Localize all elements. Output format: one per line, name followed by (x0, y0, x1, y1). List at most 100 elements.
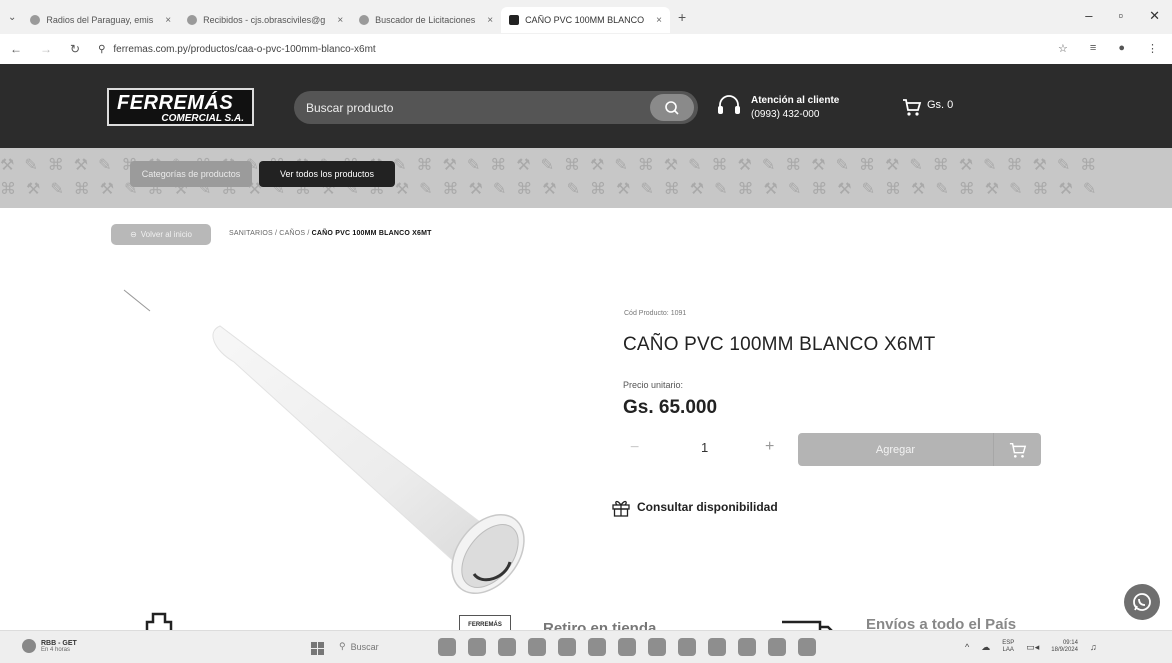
product-price: Gs. 65.000 (623, 397, 718, 418)
tab-favicon (509, 15, 520, 25)
profile-icon[interactable]: ● (1118, 42, 1125, 55)
taskbar-app-icon[interactable] (558, 638, 576, 656)
gift-box-icon (612, 500, 630, 517)
minimize-icon[interactable]: – (1085, 8, 1092, 24)
extensions-icon[interactable]: ≡ (1090, 42, 1096, 55)
whatsapp-icon (1133, 593, 1151, 611)
reload-icon[interactable]: ↻ (70, 42, 80, 56)
language-indicator[interactable]: ESP LAA (1002, 640, 1014, 654)
clock-date: 18/9/2024 (1051, 647, 1078, 653)
forward-arrow-icon[interactable]: → (40, 42, 52, 56)
taskbar-apps (438, 638, 816, 656)
site-header: FERREMÁS COMERCIAL S.A. Buscar producto … (0, 64, 1172, 148)
back-arrow-icon: ⊖ (130, 230, 137, 239)
categories-button[interactable]: Categorías de productos (130, 161, 252, 187)
url-field[interactable]: ⚲ ferremas.com.py/productos/caa-o-pvc-10… (98, 44, 376, 55)
product-code: Cód Producto: 1091 (624, 310, 687, 317)
logo-line1: FERREMÁS (117, 92, 234, 114)
weather-widget[interactable]: RBB - GET En 4 horas (22, 639, 77, 653)
windows-start-icon[interactable] (311, 642, 324, 655)
taskbar-app-icon[interactable] (468, 638, 486, 656)
tab-product[interactable]: CAÑO PVC 100MM BLANCO × (501, 7, 670, 33)
all-products-button[interactable]: Ver todos los productos (259, 161, 395, 187)
tab-label: Recibidos - cjs.obrasciviles@g (203, 15, 326, 25)
close-window-icon[interactable]: ✕ (1149, 8, 1160, 24)
back-home-button[interactable]: ⊖ Volver al inicio (111, 224, 211, 245)
clock-time: 09:14 (1062, 640, 1078, 646)
new-tab-button[interactable]: + (678, 9, 686, 25)
window-controls: – ▫ ✕ (1085, 8, 1160, 24)
tab-label: Buscador de Licitaciones (375, 15, 476, 25)
taskbar-app-icon[interactable] (618, 638, 636, 656)
back-arrow-icon[interactable]: ← (10, 42, 22, 56)
tab-label: CAÑO PVC 100MM BLANCO (525, 15, 645, 25)
windows-taskbar: RBB - GET En 4 horas ⚲ Buscar ^ ☁ ESP LA… (0, 630, 1172, 663)
whatsapp-button[interactable] (1124, 584, 1160, 620)
add-to-cart-button[interactable]: Agregar (798, 433, 1041, 466)
tab-favicon (30, 15, 41, 25)
quantity-increase-button[interactable]: + (765, 438, 774, 456)
taskbar-app-icon[interactable] (438, 638, 456, 656)
maximize-icon[interactable]: ▫ (1118, 8, 1123, 24)
add-to-cart-label: Agregar (875, 443, 916, 456)
availability-label: Consultar disponibilidad (637, 500, 778, 514)
search-input[interactable]: Buscar producto (294, 91, 698, 124)
browser-actions: ☆ ≡ ● ⋮ (1058, 42, 1158, 55)
customer-support[interactable]: Atención al cliente (0993) 432-000 (751, 94, 839, 122)
breadcrumb-current: CAÑO PVC 100MM BLANCO X6MT (311, 230, 432, 237)
chevron-up-icon[interactable]: ^ (965, 642, 969, 652)
close-icon[interactable]: × (656, 15, 662, 26)
tab-licitaciones[interactable]: Buscador de Licitaciones × (351, 7, 501, 33)
close-icon[interactable]: × (487, 15, 493, 26)
taskbar-app-icon[interactable] (498, 638, 516, 656)
product-image[interactable] (110, 278, 550, 618)
browser-tab-bar: ⌄ Radios del Paraguay, emis × Recibidos … (0, 0, 1172, 34)
taskbar-app-icon[interactable] (738, 638, 756, 656)
ferremas-logo[interactable]: FERREMÁS COMERCIAL S.A. (107, 88, 254, 126)
close-icon[interactable]: × (337, 15, 343, 26)
search-placeholder: Buscar producto (306, 100, 394, 115)
network-volume-icon[interactable]: ▭◂ (1026, 642, 1039, 653)
tab-search-icon[interactable]: ⌄ (8, 12, 16, 23)
quantity-decrease-button[interactable]: − (630, 439, 639, 457)
quantity-input[interactable]: 1 (701, 440, 708, 455)
back-home-label: Volver al inicio (140, 230, 192, 239)
tab-gmail[interactable]: Recibidos - cjs.obrasciviles@g × (179, 7, 351, 33)
gmail-icon (187, 15, 198, 25)
taskbar-app-icon[interactable] (588, 638, 606, 656)
edge-browser-icon[interactable] (528, 638, 546, 656)
system-tray: ^ ☁ ESP LAA ▭◂ 09:14 18/9/2024 ♫ (965, 640, 1097, 654)
cloud-icon[interactable]: ☁ (981, 642, 990, 653)
search-button[interactable] (650, 94, 694, 121)
weather-icon (22, 639, 36, 653)
breadcrumb-path[interactable]: SANITARIOS / CAÑOS / (229, 230, 310, 237)
site-settings-icon[interactable]: ⚲ (98, 44, 105, 55)
headset-icon (718, 95, 740, 114)
cart-icon[interactable] (902, 97, 922, 117)
taskbar-app-icon[interactable] (678, 638, 696, 656)
chrome-browser-icon[interactable] (648, 638, 666, 656)
taskbar-search[interactable]: ⚲ Buscar (339, 641, 379, 652)
taskbar-app-icon[interactable] (708, 638, 726, 656)
taskbar-app-icon[interactable] (798, 638, 816, 656)
category-strip: ⚒✎⌘⚒✎⌘⚒✎⌘⚒✎⌘⚒✎⌘⚒✎⌘⚒✎⌘⚒✎⌘⚒✎⌘⚒✎⌘⚒✎⌘⚒✎⌘⚒✎⌘⚒… (0, 148, 1172, 208)
tab-favicon (359, 15, 370, 25)
search-icon: ⚲ (339, 641, 346, 651)
tab-label: Radios del Paraguay, emis (46, 15, 154, 25)
close-icon[interactable]: × (165, 15, 171, 26)
cart-icon (1009, 442, 1026, 458)
address-bar: ← → ↻ ⚲ ferremas.com.py/productos/caa-o-… (0, 34, 1172, 64)
product-title: CAÑO PVC 100MM BLANCO X6MT (623, 334, 936, 355)
notification-bell-icon[interactable]: ♫ (1090, 642, 1097, 652)
menu-kebab-icon[interactable]: ⋮ (1147, 42, 1158, 55)
taskbar-app-icon[interactable] (768, 638, 786, 656)
keyboard-layout: LAA (1002, 647, 1014, 653)
support-title: Atención al cliente (751, 95, 840, 106)
tab-radios[interactable]: Radios del Paraguay, emis × (22, 7, 179, 33)
clock[interactable]: 09:14 18/9/2024 (1051, 640, 1078, 654)
add-cart-icon-area (993, 433, 1041, 466)
price-label: Precio unitario: (623, 380, 684, 390)
cart-total[interactable]: Gs. 0 (927, 99, 953, 111)
bookmark-star-icon[interactable]: ☆ (1058, 42, 1068, 55)
check-availability-link[interactable]: Consultar disponibilidad (611, 497, 778, 517)
